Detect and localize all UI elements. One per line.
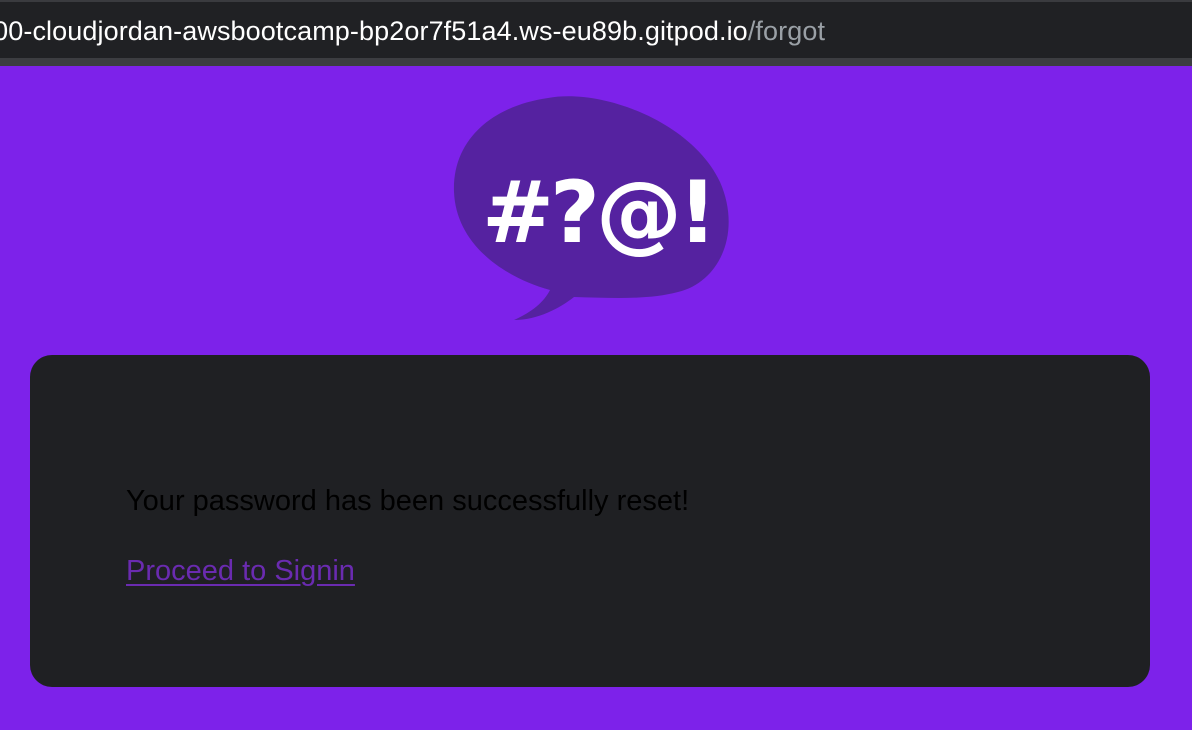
success-message: Your password has been successfully rese… [126,485,690,517]
address-bar-divider [0,58,1192,66]
browser-address-bar[interactable]: 000-cloudjordan-awsbootcamp-bp2or7f51a4.… [0,0,1192,58]
url-text[interactable]: 000-cloudjordan-awsbootcamp-bp2or7f51a4.… [0,14,825,48]
logo-svg: #?@! [453,96,729,321]
url-path: /forgot [747,16,826,46]
reset-confirmation-card: Your password has been successfully rese… [30,355,1150,687]
url-host: 000-cloudjordan-awsbootcamp-bp2or7f51a4.… [0,16,748,46]
speech-bubble-logo-icon: #?@! [452,92,732,324]
proceed-to-signin-link[interactable]: Proceed to Signin [126,553,355,589]
logo-symbols: #?@! [482,163,713,263]
